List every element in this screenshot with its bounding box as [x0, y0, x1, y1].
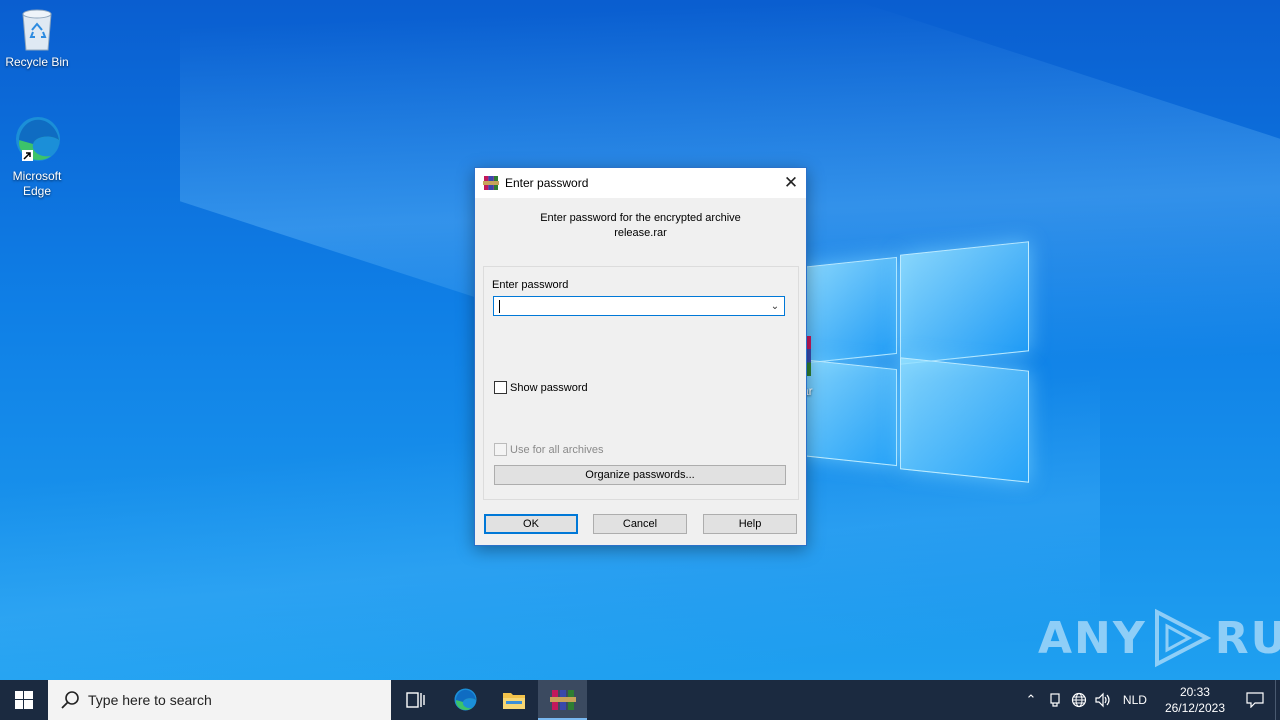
taskbar-search-box[interactable]: Type here to search	[48, 680, 391, 720]
windows-logo-wallpaper	[800, 240, 1030, 483]
clock-date: 26/12/2023	[1164, 701, 1225, 715]
usb-device-icon	[1050, 693, 1060, 707]
taskbar: Type here to search ⌃ NLD 20:33 26/12/20…	[0, 680, 1280, 720]
dialog-title: Enter password	[505, 176, 589, 190]
ok-button[interactable]: OK	[484, 514, 578, 534]
use-for-all-archives-label: Use for all archives	[510, 443, 604, 456]
chevron-down-icon: ⌄	[770, 300, 780, 312]
archive-name: release.rar	[614, 227, 667, 239]
volume-button[interactable]	[1091, 692, 1115, 708]
dialog-prompt: Enter password for the encrypted archive…	[475, 211, 806, 241]
desktop-icon-label: Recycle Bin	[5, 55, 69, 69]
folder-icon	[502, 693, 525, 709]
notification-icon	[1246, 692, 1264, 708]
search-icon	[61, 691, 79, 709]
microsoft-edge-icon	[16, 117, 60, 161]
use-for-all-archives-row: Use for all archives	[494, 443, 604, 456]
chevron-up-icon: ⌃	[1025, 692, 1037, 707]
input-language-button[interactable]: NLD	[1115, 693, 1155, 707]
dialog-titlebar[interactable]: Enter password ✕	[475, 168, 806, 198]
clock-time: 20:33	[1179, 685, 1210, 699]
show-password-checkbox[interactable]	[494, 381, 507, 394]
use-for-all-archives-checkbox	[494, 443, 507, 456]
windows-start-icon	[15, 691, 33, 709]
cancel-button[interactable]: Cancel	[593, 514, 687, 534]
play-logo-icon	[1154, 608, 1211, 668]
desktop-icon-label: Microsoft Edge	[12, 169, 62, 198]
close-button[interactable]: ✕	[776, 168, 806, 198]
password-dropdown-button[interactable]: ⌄	[768, 299, 782, 313]
prompt-line: Enter password for the encrypted archive	[540, 212, 741, 224]
task-view-button[interactable]	[391, 680, 440, 720]
system-tray: ⌃ NLD 20:33 26/12/2023	[1019, 680, 1280, 720]
search-placeholder: Type here to search	[88, 692, 212, 708]
help-button[interactable]: Help	[703, 514, 797, 534]
desktop-icon-microsoft-edge[interactable]: Microsoft Edge	[0, 114, 74, 199]
clock[interactable]: 20:33 26/12/2023	[1165, 684, 1225, 716]
winrar-icon	[549, 690, 576, 710]
desktop-icon-recycle-bin[interactable]: Recycle Bin	[0, 6, 74, 70]
notifications-button[interactable]	[1235, 692, 1275, 708]
show-password-checkbox-row[interactable]: Show password	[494, 381, 588, 394]
organize-passwords-button[interactable]: Organize passwords...	[494, 465, 786, 485]
network-button[interactable]	[1067, 692, 1091, 708]
start-button[interactable]	[0, 680, 48, 720]
taskbar-app-edge[interactable]	[440, 680, 489, 720]
tray-device-icon[interactable]	[1043, 693, 1067, 707]
microsoft-edge-icon	[454, 688, 476, 711]
winrar-icon	[483, 176, 499, 190]
task-view-icon	[405, 692, 425, 708]
password-input[interactable]: ⌄	[493, 296, 785, 316]
taskbar-app-winrar[interactable]	[538, 680, 587, 720]
show-desktop-button[interactable]	[1275, 680, 1280, 720]
globe-icon	[1071, 692, 1087, 708]
close-icon: ✕	[783, 173, 799, 192]
taskbar-app-file-explorer[interactable]	[489, 680, 538, 720]
show-password-label: Show password	[510, 381, 588, 394]
speaker-icon	[1095, 692, 1110, 708]
password-label: Enter password	[492, 279, 569, 291]
show-hidden-icons-button[interactable]: ⌃	[1019, 692, 1043, 708]
anyrun-watermark: ANY RUN	[1038, 608, 1280, 668]
watermark-text: ANY	[1038, 612, 1147, 664]
enter-password-dialog: Enter password ✕ Enter password for the …	[474, 167, 807, 546]
recycle-bin-icon	[22, 9, 52, 51]
text-caret	[499, 300, 500, 313]
watermark-text: RUN	[1214, 612, 1280, 664]
